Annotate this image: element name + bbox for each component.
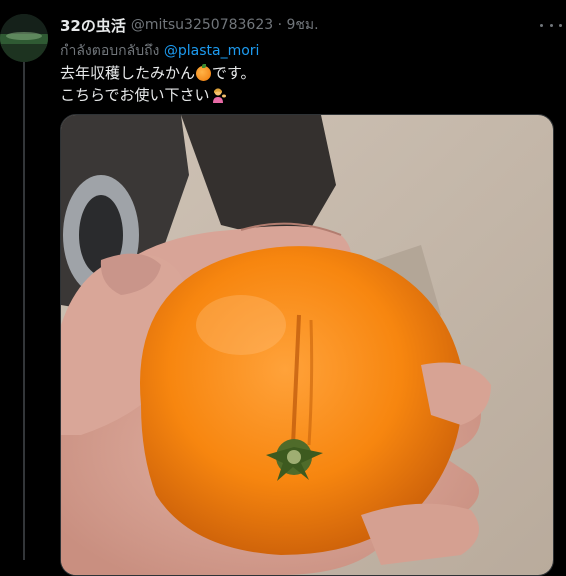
tweet-text: 去年収穫したみかん です。 こちらでお使い下さい — [60, 62, 256, 106]
tweet-text-segment: です。 — [212, 64, 256, 82]
display-name[interactable]: 32の虫活 — [60, 15, 126, 36]
avatar-image — [0, 14, 48, 62]
dot-icon — [549, 23, 553, 27]
tweet-text-segment: 去年収穫したみかん — [60, 64, 196, 82]
tweet-photo[interactable] — [60, 114, 554, 576]
tweet-header: 32の虫活 @mitsu3250783623 · 9ชม. — [60, 14, 558, 36]
tweet-text-line-1: 去年収穫したみかん です。 — [60, 62, 256, 84]
handle-and-time[interactable]: @mitsu3250783623 · 9ชม. — [131, 14, 319, 36]
dot-icon — [540, 23, 543, 27]
tweet-text-segment: こちらでお使い下さい — [60, 86, 210, 104]
reply-prefix: กำลังตอบกลับถึง — [60, 43, 160, 59]
dot-icon — [559, 23, 562, 27]
more-options-icon[interactable] — [540, 18, 562, 32]
orange-emoji-icon — [196, 63, 212, 81]
person-tipping-hand-emoji-icon — [211, 87, 227, 103]
replying-to: กำลังตอบกลับถึง @plasta_mori — [60, 40, 259, 62]
avatar[interactable] — [0, 14, 48, 62]
reply-mention-link[interactable]: @plasta_mori — [164, 43, 260, 59]
tweet-text-line-2: こちらでお使い下さい — [60, 84, 256, 106]
thread-connector-line — [23, 52, 25, 560]
photo-orange-in-hand — [61, 115, 553, 575]
